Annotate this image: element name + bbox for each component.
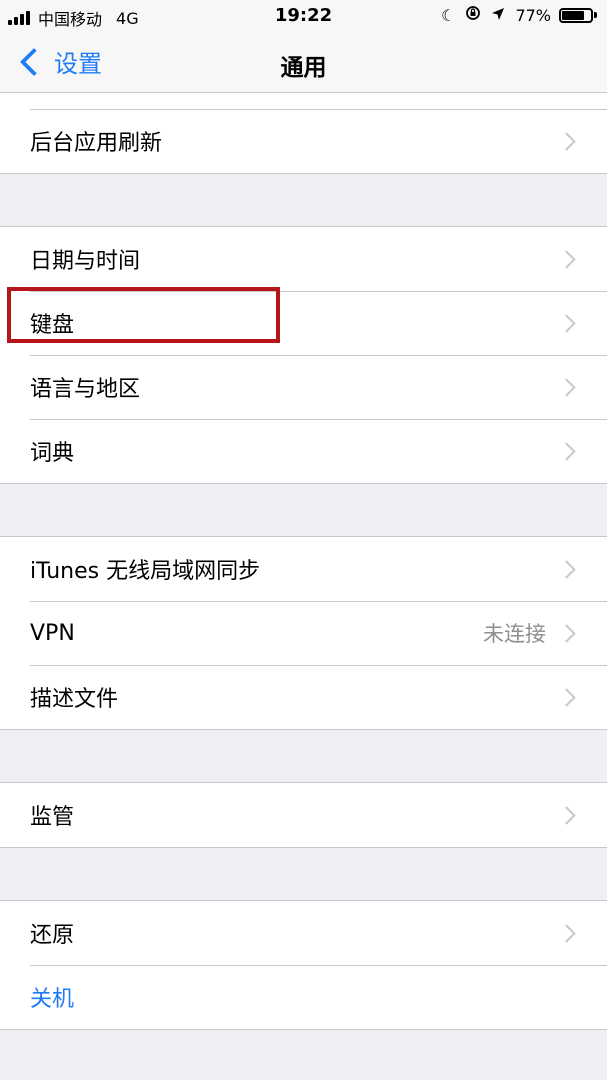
location-arrow-icon: [491, 6, 505, 25]
battery-percent: 77%: [515, 5, 551, 25]
shut-down-button[interactable]: 关机: [0, 965, 607, 1029]
row-label: iTunes 无线局域网同步: [30, 559, 261, 584]
row-label: 词典: [30, 441, 75, 466]
row-label: 后台应用刷新: [30, 131, 163, 156]
row-label: 关机: [30, 987, 75, 1012]
settings-group: iTunes 无线局域网同步 VPN 未连接 描述文件: [0, 536, 607, 730]
navigation-bar: 设置 通用: [0, 36, 607, 93]
chevron-right-icon: [557, 131, 576, 151]
chevron-right-icon: [557, 687, 576, 707]
row-label: VPN: [30, 620, 75, 646]
chevron-right-icon: [557, 313, 576, 333]
row-label: 还原: [30, 923, 75, 948]
settings-group: 监管: [0, 782, 607, 848]
status-bar: 中国移动 4G 19:22 ☾ 77%: [0, 0, 607, 36]
chevron-right-icon: [557, 805, 576, 825]
row-label: 描述文件: [30, 687, 119, 712]
chevron-right-icon: [557, 249, 576, 269]
settings-group: 日期与时间 键盘 语言与地区 词典: [0, 226, 607, 484]
row-label: 监管: [30, 805, 75, 830]
chevron-right-icon: [557, 559, 576, 579]
rotation-lock-icon: [465, 5, 481, 25]
row-profiles[interactable]: 描述文件: [0, 665, 607, 729]
row-vpn[interactable]: VPN 未连接: [0, 601, 607, 665]
settings-group: 后台应用刷新: [0, 93, 607, 174]
chevron-right-icon: [557, 441, 576, 461]
highlight-box: [7, 287, 280, 343]
settings-list: 后台应用刷新 日期与时间 键盘 语言与地区 词典 iTunes 无线局域网同步 …: [0, 93, 607, 1030]
page-title: 通用: [280, 55, 327, 81]
battery-level: [562, 10, 584, 20]
chevron-right-icon: [557, 377, 576, 397]
moon-icon: ☾: [441, 5, 456, 25]
vpn-status: 未连接: [483, 622, 546, 646]
row-label: 语言与地区: [30, 377, 141, 402]
chevron-right-icon: [557, 623, 576, 643]
row-supervision[interactable]: 监管: [0, 783, 607, 847]
row-background-app-refresh[interactable]: 后台应用刷新: [0, 109, 607, 173]
battery-nub: [594, 12, 597, 18]
row-label: 日期与时间: [30, 249, 141, 274]
status-right: ☾ 77%: [441, 5, 597, 25]
cut-off-row: [0, 93, 607, 109]
row-date-time[interactable]: 日期与时间: [0, 227, 607, 291]
settings-group: 还原 关机: [0, 900, 607, 1030]
row-reset[interactable]: 还原: [0, 901, 607, 965]
row-language-region[interactable]: 语言与地区: [0, 355, 607, 419]
battery-icon: [559, 7, 593, 23]
chevron-right-icon: [557, 923, 576, 943]
row-dictionary[interactable]: 词典: [0, 419, 607, 483]
row-itunes-wifi-sync[interactable]: iTunes 无线局域网同步: [0, 537, 607, 601]
